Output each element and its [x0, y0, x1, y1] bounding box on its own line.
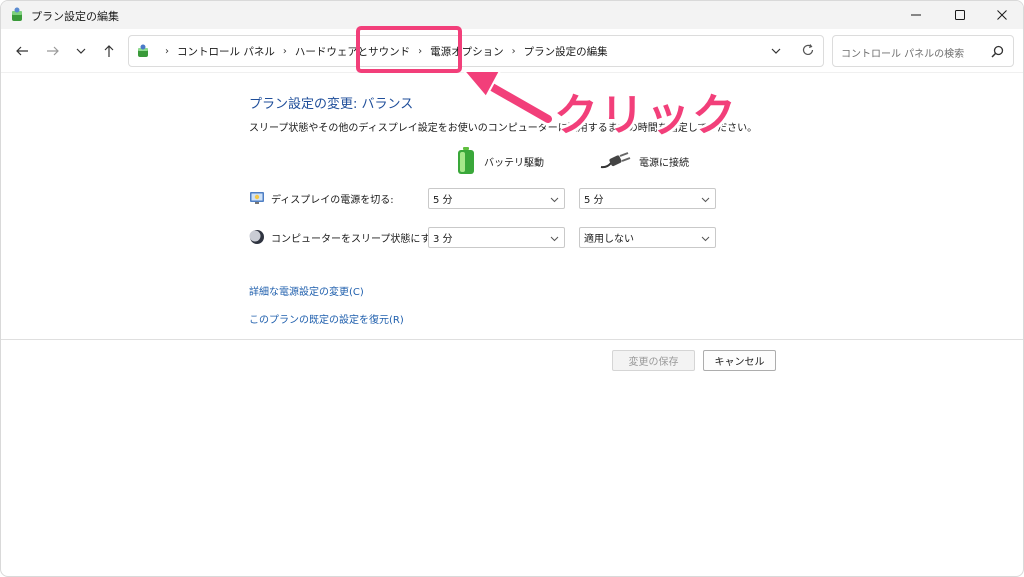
display-off-plugged-value: 5 分 — [584, 195, 604, 206]
close-button[interactable] — [980, 1, 1023, 29]
sleep-moon-icon — [249, 230, 264, 244]
close-icon — [997, 10, 1007, 20]
breadcrumb-separator: › — [165, 45, 169, 57]
back-button[interactable] — [10, 39, 34, 63]
chevron-down-icon — [550, 197, 559, 203]
search-placeholder: コントロール パネルの検索 — [841, 49, 965, 60]
breadcrumb-edit-plan-settings[interactable]: プラン設定の編集 — [524, 44, 608, 59]
display-off-label: ディスプレイの電源を切る: — [271, 194, 394, 206]
advanced-settings-link[interactable]: 詳細な電源設定の変更(C) — [249, 283, 364, 298]
power-options-icon — [12, 7, 22, 21]
divider — [1, 339, 1023, 340]
sleep-battery-select[interactable]: 3 分 — [428, 227, 565, 248]
title-bar: プラン設定の編集 — [1, 1, 1023, 29]
sleep-plugged-select[interactable]: 適用しない — [579, 227, 716, 248]
save-button[interactable]: 変更の保存 — [612, 350, 695, 371]
forward-arrow-icon — [47, 46, 59, 56]
restore-defaults-link[interactable]: このプランの既定の設定を復元(R) — [249, 311, 404, 326]
chevron-down-icon — [76, 48, 86, 54]
up-arrow-icon — [104, 45, 114, 57]
minimize-button[interactable] — [894, 1, 938, 29]
maximize-button[interactable] — [938, 1, 982, 29]
chevron-down-icon — [701, 236, 710, 242]
pointer-arrow-icon — [461, 70, 555, 126]
column-header-battery: バッテリ駆動 — [456, 147, 544, 175]
battery-icon — [458, 147, 474, 174]
sleep-battery-value: 3 分 — [433, 234, 453, 245]
monitor-icon — [250, 192, 264, 204]
search-input[interactable]: コントロール パネルの検索 — [832, 35, 1014, 67]
minimize-icon — [911, 14, 921, 16]
breadcrumb-separator: › — [282, 45, 287, 57]
refresh-icon[interactable] — [801, 43, 815, 57]
forward-button[interactable] — [41, 39, 65, 63]
cancel-button[interactable]: キャンセル — [703, 350, 776, 371]
chevron-down-icon — [550, 236, 559, 242]
breadcrumb-separator: › — [511, 45, 516, 57]
display-off-battery-select[interactable]: 5 分 — [428, 188, 565, 209]
column-header-plugged: 電源に接続 — [599, 147, 689, 175]
search-icon — [991, 45, 1004, 58]
window-title: プラン設定の編集 — [31, 10, 119, 23]
maximize-icon — [955, 10, 965, 20]
sleep-label: コンピューターをスリープ状態にする: — [271, 233, 444, 245]
back-arrow-icon — [16, 46, 28, 56]
sleep-plugged-value: 適用しない — [584, 234, 634, 245]
control-panel-window: プラン設定の編集 › コントロール パネル › ハードウェアとサウンド › 電源… — [0, 0, 1024, 577]
highlight-box — [356, 26, 462, 73]
chevron-down-icon — [701, 197, 710, 203]
control-panel-icon — [138, 44, 148, 57]
page-title: プラン設定の変更: バランス — [249, 97, 414, 112]
chevron-down-icon[interactable] — [769, 44, 783, 58]
up-button[interactable] — [97, 39, 121, 63]
display-off-battery-value: 5 分 — [433, 195, 453, 206]
column-label-battery: バッテリ駆動 — [484, 157, 544, 169]
breadcrumb-control-panel[interactable]: コントロール パネル — [177, 44, 275, 59]
recent-locations-button[interactable] — [69, 39, 93, 63]
column-label-plugged: 電源に接続 — [639, 157, 689, 169]
display-off-row-label: ディスプレイの電源を切る: — [249, 189, 394, 207]
click-annotation: クリック — [554, 90, 738, 141]
sleep-row-label: コンピューターをスリープ状態にする: — [249, 228, 444, 246]
power-plug-icon — [600, 152, 631, 169]
display-off-plugged-select[interactable]: 5 分 — [579, 188, 716, 209]
